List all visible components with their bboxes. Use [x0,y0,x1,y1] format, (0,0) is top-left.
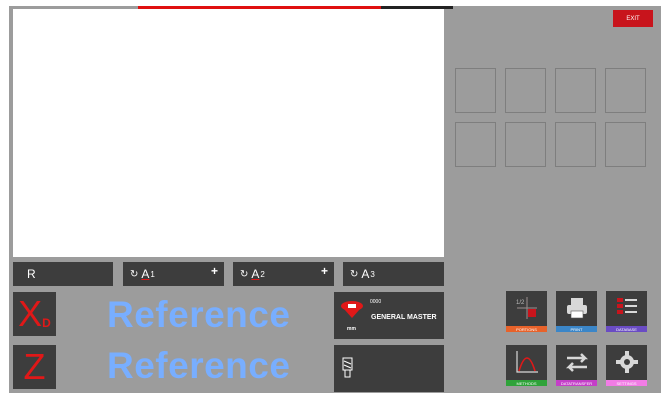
datatransfer-label: DATATRANSFER [556,380,597,386]
empty-slot[interactable] [505,122,546,167]
angle-a2-sub: 2 [260,269,265,279]
settings-button[interactable]: SETTINGS [606,345,647,386]
empty-slot[interactable] [605,68,646,113]
database-icon [617,298,637,314]
axis-x-label[interactable]: X D [13,292,56,336]
drill-icon [342,357,353,378]
settings-label: SETTINGS [606,380,647,386]
svg-text:1/2: 1/2 [516,300,525,306]
empty-slot[interactable] [505,68,546,113]
datatransfer-button[interactable]: DATATRANSFER [556,345,597,386]
methods-icon [516,351,538,373]
tool-unit: mm [347,326,356,332]
database-label: DATABASE [606,326,647,332]
empty-slot[interactable] [555,68,596,113]
tool-name: GENERAL MASTER [371,314,437,321]
rotate-icon: ↻ [240,268,249,280]
printer-icon [567,298,587,319]
axis-z-letter: Z [23,346,46,387]
empty-slot[interactable] [555,122,596,167]
tool-code: 0000 [370,299,382,305]
rotate-icon: ↻ [130,268,139,280]
camera-viewport[interactable] [13,9,444,257]
portions-icon: 1/2 [516,297,537,319]
print-button[interactable]: PRINT [556,291,597,332]
angle-a3-field[interactable]: ↻ A 3 [343,262,444,286]
radius-label: R [27,267,36,281]
angle-a3-sub: 3 [370,269,375,279]
axis-z-value: Reference [107,345,291,386]
angle-a1-label: A [141,267,150,281]
portions-label: PORTIONS [506,326,547,332]
angle-a2-field[interactable]: ↻ A 2 + [233,262,334,286]
methods-button[interactable]: METHODS [506,345,547,386]
main-panel: EXIT R ↻ A 1 + ↻ A 2 + ↻ A 3 X D Referen… [9,6,661,393]
angle-a1-field[interactable]: ↻ A 1 + [123,262,224,286]
axis-x-value: Reference [107,294,291,335]
angle-a2-label: A [251,267,260,281]
angle-a3-label: A [361,267,370,281]
add-a1-button[interactable]: + [211,264,218,278]
tool-holder-icon [341,301,363,318]
empty-slot[interactable] [455,122,496,167]
transfer-arrows-icon [565,353,589,372]
add-a2-button[interactable]: + [321,264,328,278]
database-button[interactable]: DATABASE [606,291,647,332]
tool-holder-button[interactable]: 0000 GENERAL MASTER mm [334,292,444,339]
tool-select-button[interactable] [334,345,444,392]
axis-x-sub: D [42,316,51,330]
exit-button[interactable]: EXIT [613,10,653,27]
empty-slot[interactable] [605,122,646,167]
methods-label: METHODS [506,380,547,386]
empty-slot[interactable] [455,68,496,113]
gear-icon [616,351,638,373]
axis-z-label[interactable]: Z [13,345,56,389]
rotate-icon: ↻ [350,268,359,280]
angle-a1-sub: 1 [150,269,155,279]
axis-x-letter: X [18,293,43,334]
portions-button[interactable]: 1/2 PORTIONS [506,291,547,332]
print-label: PRINT [556,326,597,332]
radius-field[interactable]: R [13,262,113,286]
